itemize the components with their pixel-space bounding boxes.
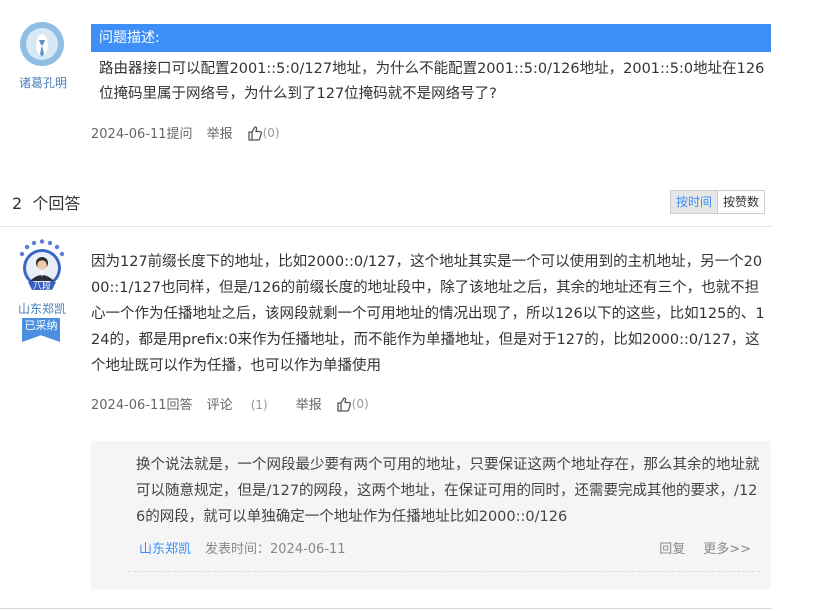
answer-comment-count: (1) (250, 398, 268, 412)
asker-avatar[interactable] (20, 22, 64, 66)
section-divider (0, 226, 772, 227)
answer-body: 因为127前缀长度下的地址，比如2000::0/127，这个地址其实是一个可以使… (91, 254, 765, 374)
comment-footer: 山东郑凯 发表时间：2024-06-11 回复 更多>> (139, 538, 751, 557)
asker-name[interactable]: 诸葛孔明 (14, 74, 72, 91)
question-date: 2024-06-11提问 (91, 127, 193, 142)
answer-like-count: (0) (351, 396, 369, 411)
answer-comment-link[interactable]: 评论 (1) (207, 394, 282, 413)
sort-toggle: 按时间 按赞数 (670, 190, 766, 214)
comment-more-link[interactable]: 更多>> (703, 538, 751, 557)
answer-like-button[interactable]: (0) (336, 396, 383, 412)
question-header: 问题描述: (91, 24, 771, 52)
answerer-avatar[interactable]: 八段 (10, 238, 74, 298)
comment-text: 换个说法就是，一个网段最少要有两个可用的地址，只要保证这两个地址存在，那么其余的… (136, 457, 760, 525)
comment-reply-link[interactable]: 回复 (659, 538, 685, 557)
adopted-badge: 已采纳 (22, 318, 60, 342)
comment-time: 发表时间：2024-06-11 (205, 542, 346, 557)
sort-by-time-button[interactable]: 按时间 (671, 191, 718, 213)
answer-date: 2024-06-11回答 (91, 398, 193, 413)
question-report-link[interactable]: 举报 (207, 123, 233, 142)
answerer-name[interactable]: 山东郑凯 (12, 300, 72, 317)
question-body: 路由器接口可以配置2001::5:0/127地址，为什么不能配置2001::5:… (99, 61, 765, 102)
answer-report-link[interactable]: 举报 (296, 394, 322, 413)
thumbs-up-icon (337, 396, 351, 412)
sort-by-likes-button[interactable]: 按赞数 (717, 191, 765, 213)
question-like-button[interactable]: (0) (247, 125, 294, 141)
answer-comment-label: 评论 (206, 398, 233, 413)
rank-badge-text: 八段 (33, 280, 51, 292)
question-meta: 2024-06-11提问 举报 (0) (91, 123, 308, 143)
comment-divider (128, 571, 760, 572)
thumbs-up-icon (247, 125, 262, 141)
answer-meta: 2024-06-11回答 评论 (1) 举报 (0) (91, 394, 397, 414)
question-like-count: (0) (262, 125, 280, 140)
answers-count-title: 2 个回答 (12, 194, 81, 213)
bottom-divider (0, 608, 772, 609)
comment-author-link[interactable]: 山东郑凯 (139, 538, 191, 557)
